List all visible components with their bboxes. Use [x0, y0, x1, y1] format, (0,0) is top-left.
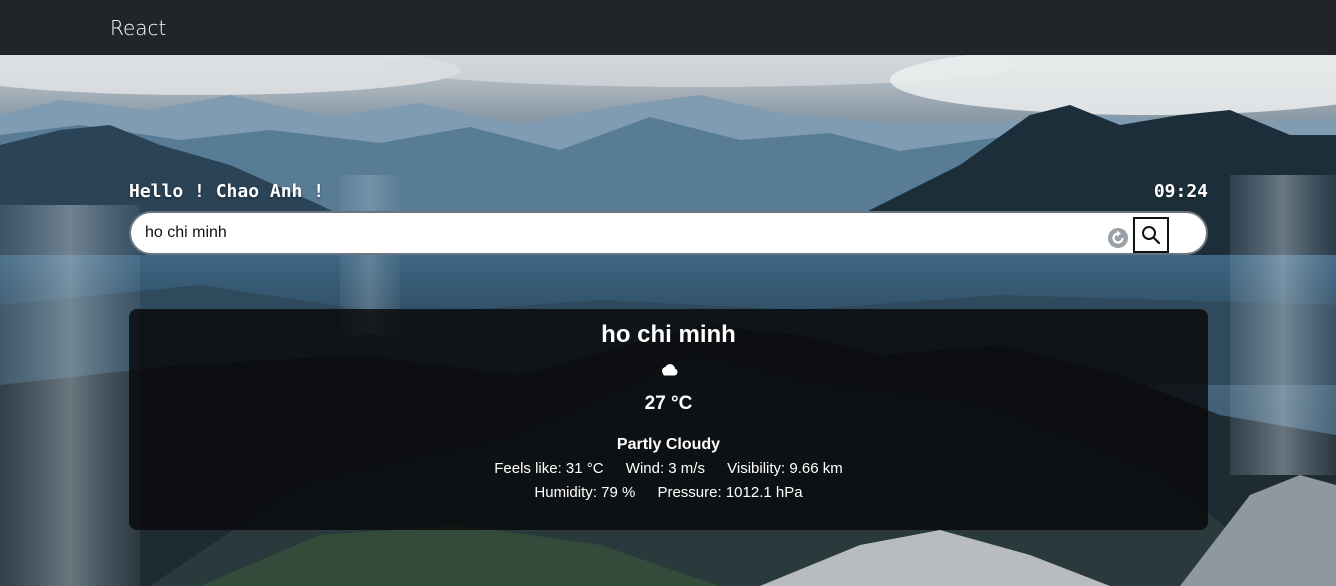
clock-time: 09:24 — [1153, 181, 1208, 202]
city-name: ho chi minh — [601, 321, 736, 348]
navbar-brand[interactable]: React — [110, 16, 166, 40]
navbar: React — [0, 0, 1336, 55]
feels-like: Feels like: 31 °C — [494, 460, 604, 477]
search-button[interactable] — [1133, 217, 1169, 253]
pressure: Pressure: 1012.1 hPa — [657, 484, 803, 501]
temperature: 27 °C — [644, 393, 693, 414]
visibility: Visibility: 9.66 km — [727, 460, 843, 477]
weather-details-row-2: Humidity: 79 % Pressure: 1012.1 hPa — [129, 484, 1208, 501]
weather-condition: Partly Cloudy — [616, 436, 721, 453]
search-icon — [1142, 226, 1161, 245]
search-bar — [129, 211, 1208, 255]
humidity: Humidity: 79 % — [534, 484, 636, 501]
refresh-icon[interactable] — [1107, 227, 1129, 249]
cloud-icon — [660, 363, 678, 377]
search-input[interactable] — [145, 221, 1085, 245]
wind: Wind: 3 m/s — [625, 460, 705, 477]
weather-card: ho chi minh 27 °C Partly Cloudy Feels li… — [129, 309, 1208, 530]
greeting-text: Hello ! Chao Anh ! — [129, 181, 325, 202]
weather-details-row-1: Feels like: 31 °C Wind: 3 m/s Visibility… — [129, 460, 1208, 477]
